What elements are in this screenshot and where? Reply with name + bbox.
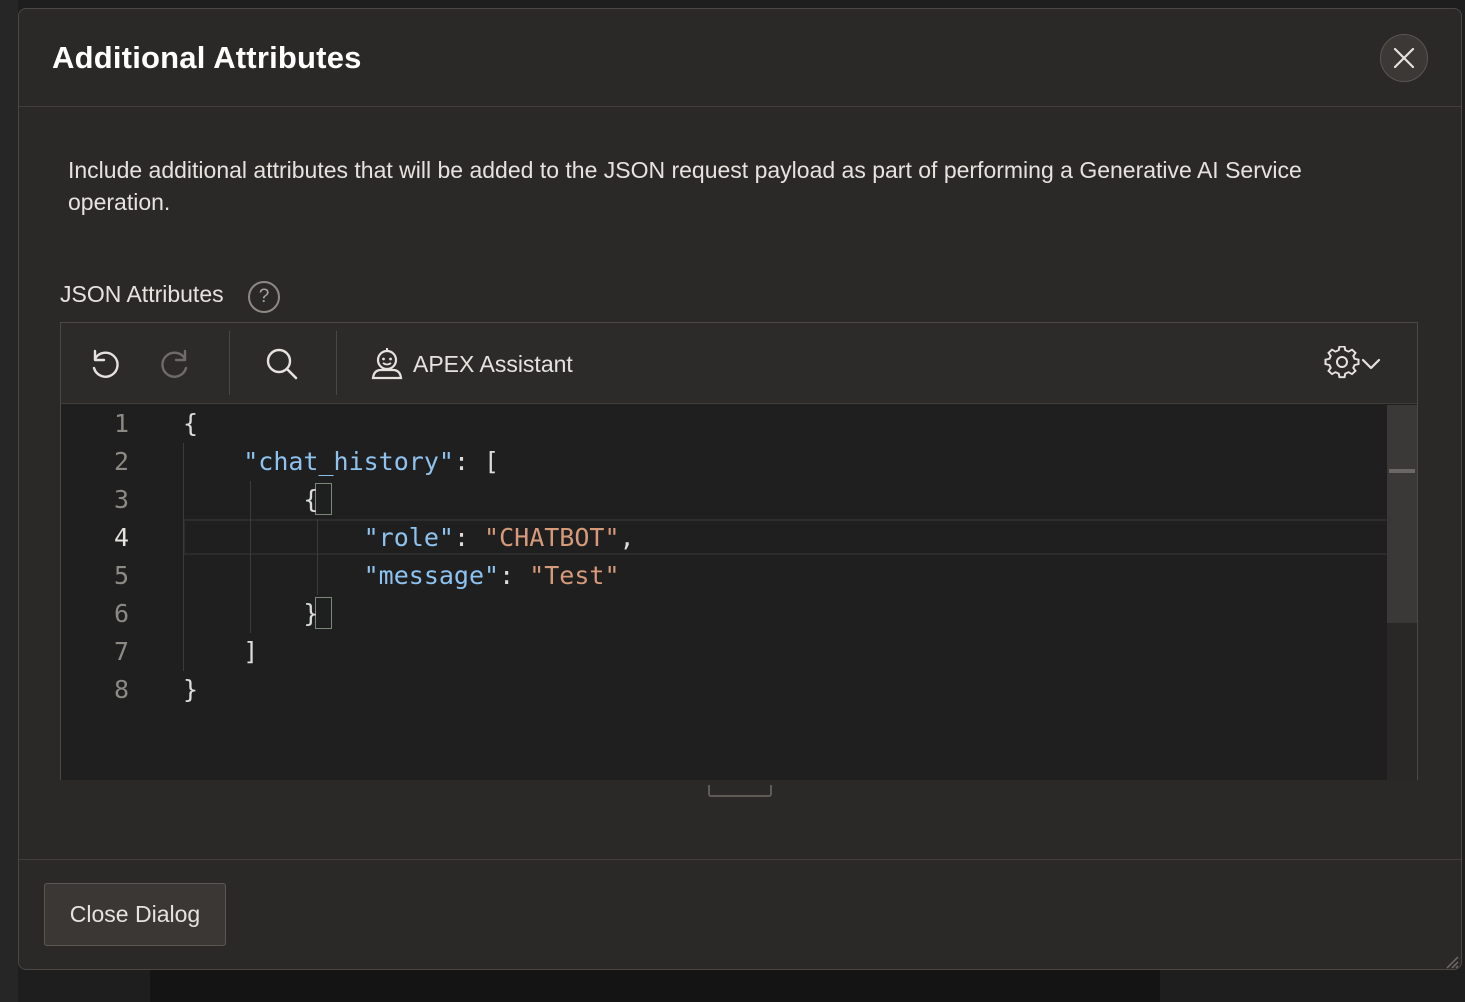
dialog-footer: Close Dialog: [19, 859, 1461, 969]
code-line: "message": "Test": [183, 561, 620, 590]
editor-toolbar: APEX Assistant: [61, 323, 1417, 404]
json-code-editor: APEX Assistant 1 2 3 4 5 6 7 8 {"chat_h…: [60, 322, 1418, 780]
code-token-punc: {: [303, 485, 319, 514]
search-button[interactable]: [261, 343, 303, 385]
apex-assistant-button[interactable]: APEX Assistant: [369, 343, 599, 385]
code-token-key: "role": [363, 523, 454, 552]
code-line: "role": "CHATBOT",: [183, 523, 635, 552]
redo-button[interactable]: [155, 343, 197, 385]
code-line: }: [183, 675, 198, 704]
code-token-punc: }: [303, 599, 319, 628]
undo-icon: [92, 349, 119, 378]
code-token-punc: {: [183, 409, 199, 438]
code-area[interactable]: 1 2 3 4 5 6 7 8 { "chat_history": [ { "role": "…: [61, 405, 1413, 780]
toolbar-separator: [336, 331, 337, 395]
code-token-punc: ,: [619, 523, 635, 552]
code-line: {: [183, 485, 318, 514]
gear-icon: [1324, 346, 1360, 379]
line-number: 4: [113, 523, 129, 552]
editor-resize-handle[interactable]: [708, 785, 772, 797]
line-number: 1: [113, 409, 129, 438]
background-sidebar: [0, 0, 18, 1002]
code-line: ]: [183, 637, 258, 666]
code-token-punc: }: [183, 675, 199, 704]
dialog-header: Additional Attributes: [19, 9, 1461, 107]
line-number: 7: [113, 637, 129, 666]
code-token-str: "CHATBOT": [484, 523, 620, 552]
code-token-punc: :: [453, 523, 485, 552]
dialog-title: Additional Attributes: [52, 40, 362, 75]
dialog-body: Include additional attributes that will …: [19, 107, 1461, 859]
undo-button[interactable]: [83, 343, 125, 385]
code-token-punc: :: [499, 561, 530, 590]
redo-icon: [161, 349, 188, 378]
code-token-key: "chat_history": [243, 447, 454, 476]
line-number-gutter: 1 2 3 4 5 6 7 8: [61, 405, 171, 780]
line-number: 5: [113, 561, 129, 590]
json-attributes-label: JSON Attributes: [60, 281, 224, 307]
additional-attributes-dialog: Additional Attributes Include additional…: [18, 8, 1462, 970]
line-number: 8: [113, 675, 129, 704]
dialog-description: Include additional attributes that will …: [68, 157, 1302, 215]
code-token-str: "Test": [529, 561, 620, 590]
close-icon: [1393, 47, 1415, 69]
line-number: 3: [113, 485, 129, 514]
apex-assistant-label: APEX Assistant: [413, 350, 573, 377]
close-dialog-footer-button[interactable]: Close Dialog: [44, 883, 226, 946]
toolbar-separator: [229, 331, 230, 395]
resize-grip-icon[interactable]: [1443, 953, 1459, 969]
help-icon[interactable]: ?: [248, 281, 280, 313]
editor-scrollbar[interactable]: [1387, 405, 1417, 780]
scrollbar-thumb[interactable]: [1387, 405, 1417, 623]
scrollbar-cursor-marker: [1389, 469, 1415, 473]
background-footer-strip: [150, 970, 1160, 1002]
close-dialog-button[interactable]: [1380, 34, 1428, 82]
code-token-punc: : [: [453, 447, 500, 476]
line-number: 2: [113, 447, 129, 476]
code-token-punc: ]: [243, 637, 259, 666]
code-line: "chat_history": [: [183, 447, 499, 476]
code-line: {: [183, 409, 198, 438]
line-number: 6: [113, 599, 129, 628]
code-token-key: "message": [363, 561, 500, 590]
editor-settings-button[interactable]: [1321, 343, 1385, 385]
chevron-down-icon: [1361, 358, 1381, 370]
assistant-icon: [371, 348, 403, 380]
search-icon: [266, 348, 298, 380]
code-line: }: [183, 599, 318, 628]
